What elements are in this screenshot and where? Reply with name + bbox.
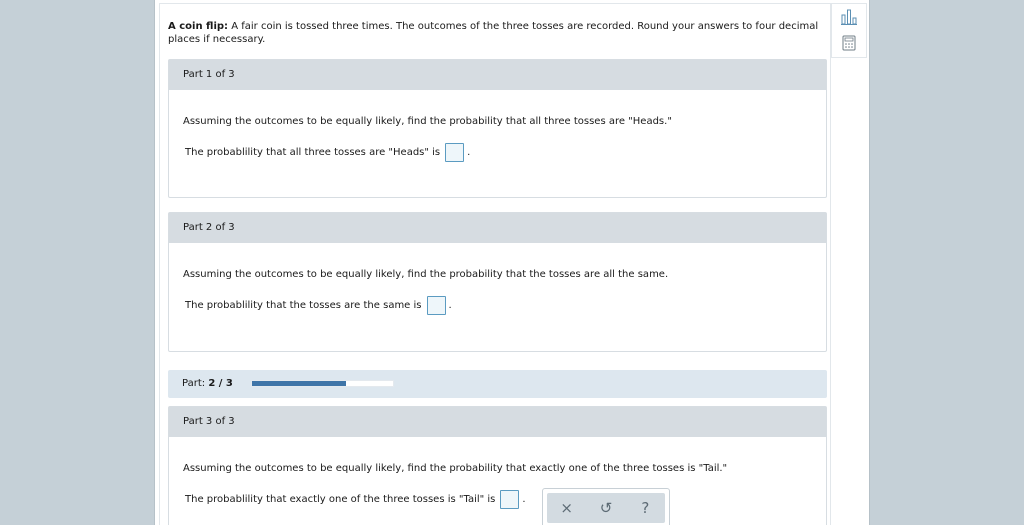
problem-title: A coin flip: xyxy=(168,21,229,32)
tools-panel xyxy=(831,3,867,58)
part-3-question: Assuming the outcomes to be equally like… xyxy=(183,463,728,474)
problem-page: A coin flip: A fair coin is tossed three… xyxy=(154,0,870,525)
part-1-answer-label: The probablility that all three tosses a… xyxy=(185,147,441,158)
part-1-answer-input[interactable] xyxy=(445,143,465,162)
calculator-icon[interactable] xyxy=(840,34,858,52)
part-1-card: Part 1 of 3 Assuming the outcomes to be … xyxy=(168,59,827,198)
undo-icon[interactable]: ↺ xyxy=(594,499,618,517)
bar-chart-icon[interactable] xyxy=(840,8,858,26)
part-3-card: Part 3 of 3 Assuming the outcomes to be … xyxy=(168,406,827,525)
answer-action-panel: × ↺ ? xyxy=(542,488,670,525)
problem-statement: A coin flip: A fair coin is tossed three… xyxy=(168,20,828,46)
part-1-header: Part 1 of 3 xyxy=(169,60,826,90)
action-buttons: × ↺ ? xyxy=(547,493,665,523)
part-3-answer-label: The probablility that exactly one of the… xyxy=(185,494,496,505)
progress-section: Part: 2 / 3 xyxy=(168,370,827,398)
progress-track xyxy=(251,380,394,387)
progress-prefix: Part: xyxy=(182,378,206,389)
part-1-question: Assuming the outcomes to be equally like… xyxy=(183,116,672,127)
part-1-answer-line: The probablility that all three tosses a… xyxy=(185,143,470,162)
progress-value: 2 / 3 xyxy=(208,378,233,389)
part-2-card: Part 2 of 3 Assuming the outcomes to be … xyxy=(168,212,827,352)
clear-icon[interactable]: × xyxy=(555,499,579,517)
part-1-answer-suffix: . xyxy=(467,147,471,158)
part-3-answer-suffix: . xyxy=(522,494,526,505)
progress-fill xyxy=(252,381,347,386)
part-2-answer-line: The probablility that the tosses are the… xyxy=(185,296,452,315)
part-3-answer-input[interactable] xyxy=(500,490,520,509)
part-3-answer-line: The probablility that exactly one of the… xyxy=(185,490,526,509)
problem-text: A fair coin is tossed three times. The o… xyxy=(168,21,819,45)
part-2-answer-label: The probablility that the tosses are the… xyxy=(185,300,422,311)
part-2-answer-input[interactable] xyxy=(426,296,446,315)
part-2-answer-suffix: . xyxy=(448,300,452,311)
progress-label: Part: 2 / 3 xyxy=(182,378,233,389)
help-icon[interactable]: ? xyxy=(633,499,657,517)
part-2-header: Part 2 of 3 xyxy=(169,213,826,243)
part-3-header: Part 3 of 3 xyxy=(169,407,826,437)
part-2-question: Assuming the outcomes to be equally like… xyxy=(183,269,669,280)
